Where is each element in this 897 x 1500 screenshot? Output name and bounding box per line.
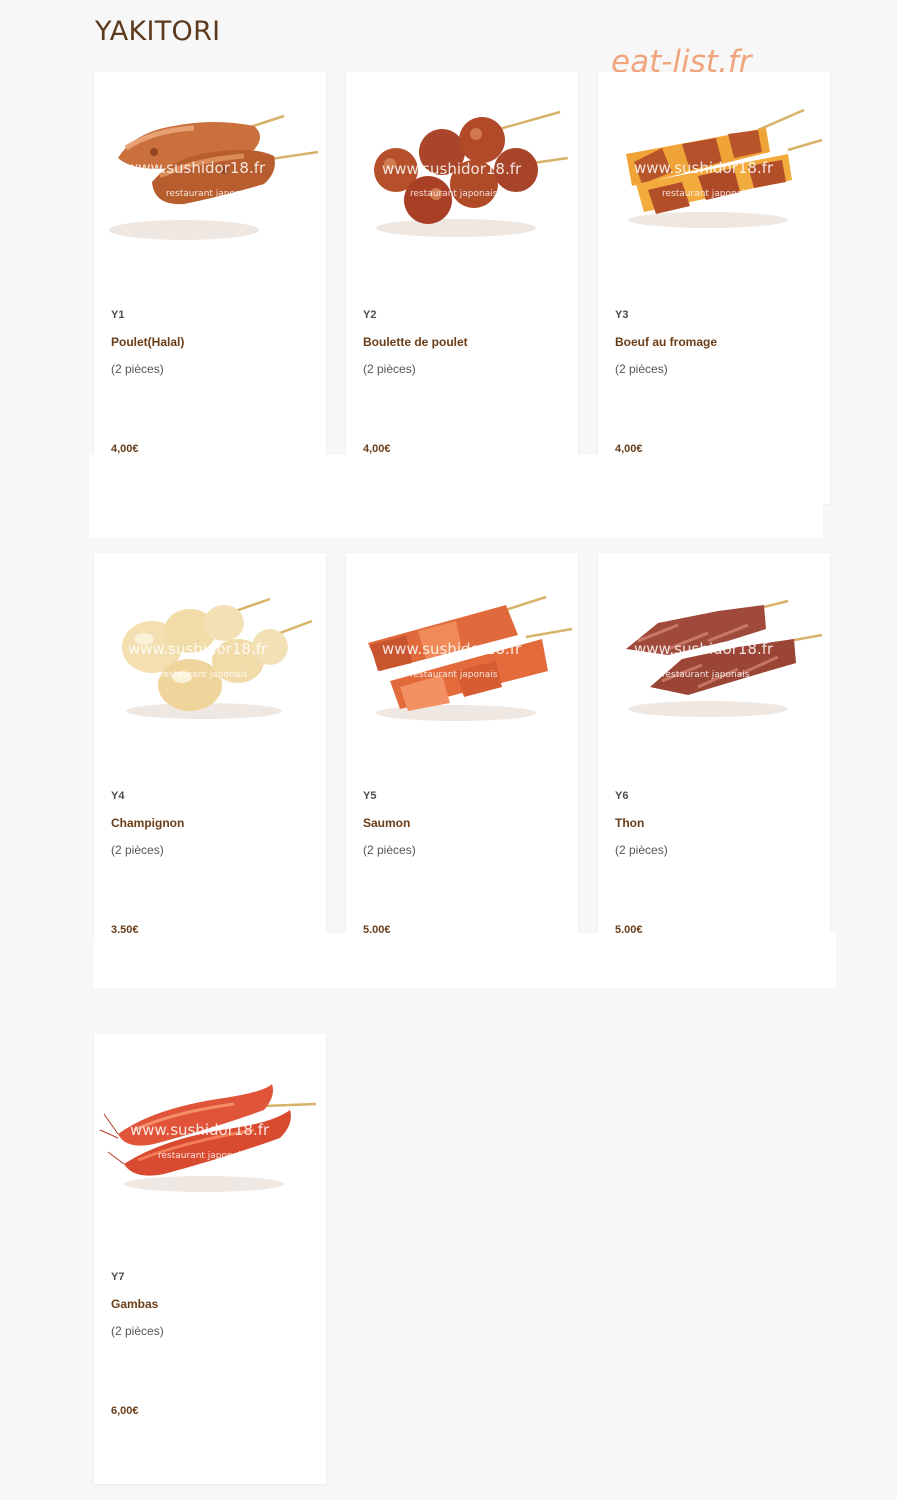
card-overlay-strip	[94, 933, 836, 988]
item-price: 4,00€	[363, 443, 391, 455]
item-name: Thon	[615, 816, 645, 830]
item-quantity: (2 pièces)	[111, 843, 164, 857]
item-quantity: (2 pièces)	[363, 843, 416, 857]
item-quantity: (2 pièces)	[615, 362, 668, 376]
svg-text:www.sushidor18.fr: www.sushidor18.fr	[382, 160, 522, 178]
svg-text:restaurant japonais: restaurant japonais	[662, 189, 750, 199]
svg-text:restaurant japonais: restaurant japonais	[410, 670, 498, 680]
svg-text:restaurant japonais: restaurant japonais	[166, 189, 254, 199]
menu-item-card[interactable]: www.sushidor18.fr restaurant japonais Y1…	[94, 72, 326, 456]
item-price: 6,00€	[111, 1405, 139, 1417]
svg-text:www.sushidor18.fr: www.sushidor18.fr	[128, 640, 268, 658]
item-code: Y7	[111, 1271, 125, 1283]
salmon-skewer-image: www.sushidor18.fr restaurant japonais	[346, 553, 578, 763]
item-code: Y4	[111, 790, 125, 802]
svg-text:restaurant japonais: restaurant japonais	[662, 670, 750, 680]
item-name: Poulet(Halal)	[111, 335, 185, 349]
menu-item-card[interactable]: www.sushidor18.fr restaurant japonais Y5…	[346, 553, 578, 937]
svg-text:www.sushidor18.fr: www.sushidor18.fr	[382, 640, 522, 658]
chicken-skewer-image: www.sushidor18.fr restaurant japonais	[94, 72, 326, 282]
item-name: Saumon	[363, 816, 411, 830]
svg-text:www.sushidor18.fr: www.sushidor18.fr	[634, 159, 774, 177]
item-name: Champignon	[111, 816, 185, 830]
tuna-skewer-image: www.sushidor18.fr restaurant japonais	[598, 553, 830, 763]
svg-text:restaurant japonais: restaurant japonais	[158, 1151, 246, 1161]
item-quantity: (2 pièces)	[615, 843, 668, 857]
svg-text:www.sushidor18.fr: www.sushidor18.fr	[130, 1121, 270, 1139]
item-code: Y5	[363, 790, 377, 802]
card-overlay-strip	[89, 455, 823, 538]
meatball-skewer-image: www.sushidor18.fr restaurant japonais	[346, 72, 578, 282]
item-code: Y1	[111, 309, 125, 321]
item-name: Boulette de poulet	[363, 335, 468, 349]
item-code: Y2	[363, 309, 377, 321]
item-name: Gambas	[111, 1297, 159, 1311]
item-code: Y3	[615, 309, 629, 321]
item-price: 4,00€	[615, 443, 643, 455]
shrimp-skewer-image: www.sushidor18.fr restaurant japonais	[94, 1034, 326, 1244]
svg-text:restaurant japonais: restaurant japonais	[410, 189, 498, 199]
beef-cheese-skewer-image: www.sushidor18.fr restaurant japonais	[598, 72, 830, 282]
item-quantity: (2 pièces)	[111, 362, 164, 376]
item-name: Boeuf au fromage	[615, 335, 718, 349]
svg-text:restaurant japonais: restaurant japonais	[160, 670, 248, 680]
page-title: YAKITORI	[95, 16, 221, 47]
menu-item-card[interactable]: www.sushidor18.fr restaurant japonais Y2…	[346, 72, 578, 456]
menu-item-card[interactable]: www.sushidor18.fr restaurant japonais Y6…	[598, 553, 830, 937]
mushroom-skewer-image: www.sushidor18.fr restaurant japonais	[94, 553, 326, 763]
item-price: 4,00€	[111, 443, 139, 455]
menu-item-card[interactable]: www.sushidor18.fr restaurant japonais Y7…	[94, 1034, 326, 1484]
svg-text:www.sushidor18.fr: www.sushidor18.fr	[126, 159, 266, 177]
menu-item-card[interactable]: www.sushidor18.fr restaurant japonais Y4…	[94, 553, 326, 937]
item-code: Y6	[615, 790, 629, 802]
item-quantity: (2 pièces)	[111, 1324, 164, 1338]
menu-item-card[interactable]: www.sushidor18.fr restaurant japonais Y3…	[598, 72, 830, 504]
item-quantity: (2 pièces)	[363, 362, 416, 376]
svg-text:www.sushidor18.fr: www.sushidor18.fr	[634, 640, 774, 658]
